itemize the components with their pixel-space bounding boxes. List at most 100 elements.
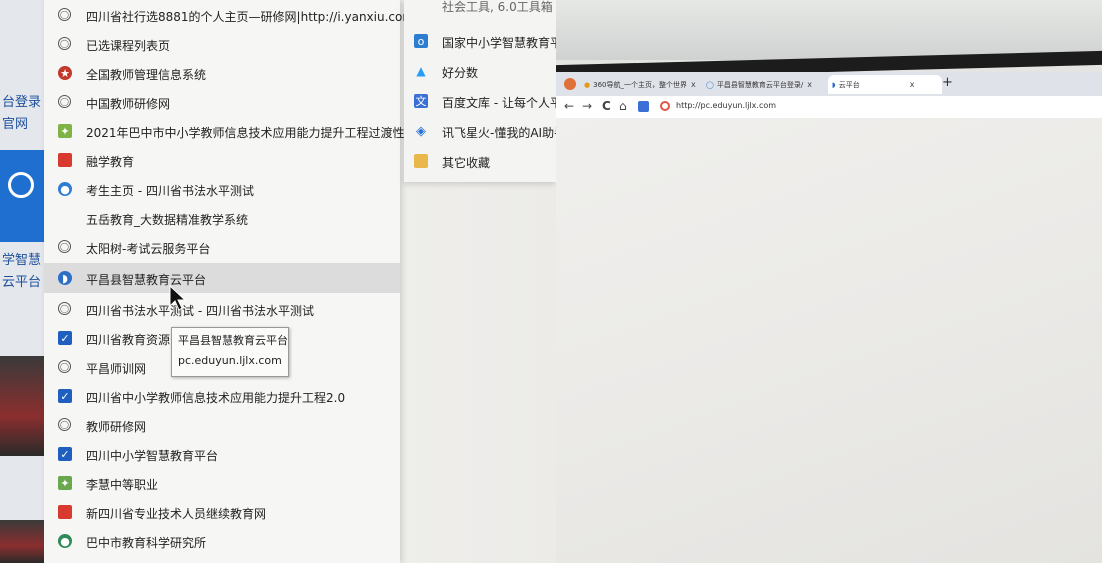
extension-icon[interactable]: [638, 101, 649, 112]
bookmark-item[interactable]: ◯ 中国教师研修网: [44, 87, 400, 117]
bookmark-item[interactable]: o 国家中小学智慧教育平台: [404, 28, 556, 54]
tooltip: 平昌县智慧教育云平台 pc.eduyun.ljlx.com: [171, 327, 289, 377]
bookmark-label: 融学教育: [86, 155, 135, 169]
globe-icon: ◯: [58, 302, 71, 315]
background-wall: [556, 0, 1102, 60]
bookmark-item[interactable]: ★ 全国教师管理信息系统: [44, 58, 400, 88]
bookmark-item[interactable]: ● 考生主页 - 四川省书法水平测试: [44, 174, 400, 204]
url-field[interactable]: http://pc.eduyun.ljlx.com: [676, 101, 776, 110]
bookmark-item[interactable]: ◈ 讯飞星火-懂我的AI助手: [404, 118, 556, 144]
tab-favicon-icon: ◗: [832, 80, 836, 89]
tab-login[interactable]: ◯ 平昌县智慧教育云平台登录/ x: [706, 75, 824, 94]
app-logo-icon: [8, 172, 34, 198]
tab-label: 360导航_一个主页，整个世界: [593, 80, 687, 89]
bookmark-label: 2021年巴中市中小学教师信息技术应用能力提升工程过渡性培训: [86, 126, 429, 140]
blank-page-content: [556, 118, 1102, 563]
bookmark-item[interactable]: ▲ 好分数: [404, 58, 556, 84]
back-button[interactable]: ←: [564, 99, 574, 113]
red-square-icon: [58, 153, 72, 167]
bookmark-label: 四川省教育资源公: [86, 333, 183, 347]
bookmark-label: 社会工具, 6.0工具箱: [442, 0, 553, 14]
tab-360[interactable]: ● 360导航_一个主页，整个世界 x: [584, 75, 702, 94]
reload-button[interactable]: C: [602, 99, 611, 113]
bookmark-item[interactable]: ◯ 四川省社行选8881的个人主页—研修网|http://i.yanxiu.co…: [44, 0, 437, 30]
tooltip-title: 平昌县智慧教育云平台: [178, 334, 288, 347]
close-icon[interactable]: x: [807, 80, 812, 89]
bookmark-label: 国家中小学智慧教育平台: [442, 36, 556, 50]
bookmark-item[interactable]: ✦ 2021年巴中市中小学教师信息技术应用能力提升工程过渡性培训: [44, 116, 429, 146]
bookmark-item[interactable]: 其它收藏: [404, 148, 556, 174]
tooltip-url: pc.eduyun.ljlx.com: [178, 354, 282, 367]
bookmark-item[interactable]: 社会工具, 6.0工具箱: [404, 0, 556, 16]
address-bar: ← → C ⌂ http://pc.eduyun.ljlx.com: [556, 96, 1102, 119]
bookmark-label: 五岳教育_大数据精准教学系统: [86, 213, 249, 227]
strip-text: 官网: [2, 117, 29, 132]
bookmark-item[interactable]: 文 百度文库 - 让每个人平: [404, 88, 556, 114]
browser-logo-icon: [564, 78, 576, 90]
bookmark-item[interactable]: ◯ 太阳树-考试云服务平台: [44, 232, 400, 262]
bookmark-item[interactable]: 五岳教育_大数据精准教学系统: [44, 203, 400, 233]
search-engine-icon: [660, 101, 670, 111]
bookmark-label: 百度文库 - 让每个人平: [442, 96, 556, 110]
home-button[interactable]: ⌂: [619, 99, 627, 113]
bookmark-label: 已选课程列表页: [86, 39, 171, 53]
red-square-icon: [58, 505, 72, 519]
bookmark-item[interactable]: ✓ 四川省中小学教师信息技术应用能力提升工程2.0: [44, 381, 400, 411]
new-tab-button[interactable]: +: [942, 75, 953, 90]
bookmark-label: 好分数: [442, 66, 479, 80]
bookmark-item[interactable]: ◯ 已选课程列表页: [44, 29, 400, 59]
globe-icon: ◯: [58, 360, 71, 373]
strip-text: 台登录: [2, 95, 42, 110]
forward-button[interactable]: →: [582, 99, 592, 113]
blue-circle-icon: ●: [58, 182, 72, 196]
avatar: [0, 356, 44, 456]
bookmarks-menu: ◯ 四川省社行选8881的个人主页—研修网|http://i.yanxiu.co…: [44, 0, 437, 563]
close-icon[interactable]: x: [910, 80, 915, 89]
tab-cloud-platform[interactable]: ◗ 云平台 x: [828, 75, 942, 94]
tab-favicon-icon: ◯: [706, 80, 714, 89]
cursor-icon: [169, 284, 187, 311]
tab-favicon-icon: ●: [584, 80, 591, 89]
globe-icon: ◯: [58, 95, 71, 108]
bookmark-label: 平昌师训网: [86, 362, 147, 376]
bookmark-label: 讯飞星火-懂我的AI助手: [442, 126, 556, 140]
bookmark-label: 全国教师管理信息系统: [86, 68, 207, 82]
tab-label: 平昌县智慧教育云平台登录/: [716, 80, 804, 89]
bookmarks-submenu: 社会工具, 6.0工具箱 o 国家中小学智慧教育平台 ▲ 好分数 文 百度文库 …: [404, 0, 556, 182]
leaf-icon: ✦: [58, 476, 72, 490]
blue-square-icon: ✓: [58, 447, 72, 461]
blue-o-icon: o: [414, 34, 428, 48]
bookmark-label: 教师研修网: [86, 420, 147, 434]
avatar: [0, 520, 44, 563]
bookmark-label: 中国教师研修网: [86, 97, 171, 111]
bookmark-item[interactable]: ● 巴中市教育科学研究所: [44, 526, 400, 556]
blue-square-icon: ✓: [58, 389, 72, 403]
bookmark-item[interactable]: ◯ 教师研修网: [44, 410, 400, 440]
close-icon[interactable]: x: [691, 80, 696, 89]
tab-label: 云平台: [838, 80, 860, 89]
bookmark-label: 四川省书法水平测试 - 四川省书法水平测试: [86, 304, 314, 318]
blue-square-icon: ✓: [58, 331, 72, 345]
bookmark-item-highlighted[interactable]: ◗ 平昌县智慧教育云平台: [44, 263, 400, 293]
leaf-icon: ✦: [58, 124, 72, 138]
bookmark-item[interactable]: ✦ 李慧中等职业: [44, 468, 400, 498]
folder-icon: [414, 154, 428, 168]
baidu-icon: 文: [414, 94, 428, 108]
triangle-icon: ▲: [416, 64, 426, 78]
bookmark-label: 太阳树-考试云服务平台: [86, 242, 211, 256]
bookmark-item[interactable]: ✓ 四川中小学智慧教育平台: [44, 439, 400, 469]
bookmark-label: 四川省中小学教师信息技术应用能力提升工程2.0: [86, 391, 346, 405]
app-tile[interactable]: [0, 150, 50, 242]
strip-text: 云平台: [2, 275, 42, 290]
right-photo: ● 360导航_一个主页，整个世界 x ◯ 平昌县智慧教育云平台登录/ x ◗ …: [556, 0, 1102, 563]
bookmark-item[interactable]: ◯ 四川省书法水平测试 - 四川省书法水平测试: [44, 294, 400, 324]
globe-icon: ◯: [58, 8, 71, 21]
bookmark-label: 其它收藏: [442, 156, 491, 170]
bookmark-item[interactable]: 融学教育: [44, 145, 400, 175]
bookmark-item[interactable]: 新四川省专业技术人员继续教育网: [44, 497, 400, 527]
blue-arc-icon: ◗: [58, 271, 72, 285]
emblem-icon: ★: [58, 66, 72, 80]
tab-bar: ● 360导航_一个主页，整个世界 x ◯ 平昌县智慧教育云平台登录/ x ◗ …: [556, 72, 1102, 96]
bookmark-label: 四川省社行选8881的个人主页—研修网|http://i.yanxiu.com/…: [86, 10, 438, 24]
bookmark-label: 巴中市教育科学研究所: [86, 536, 207, 550]
